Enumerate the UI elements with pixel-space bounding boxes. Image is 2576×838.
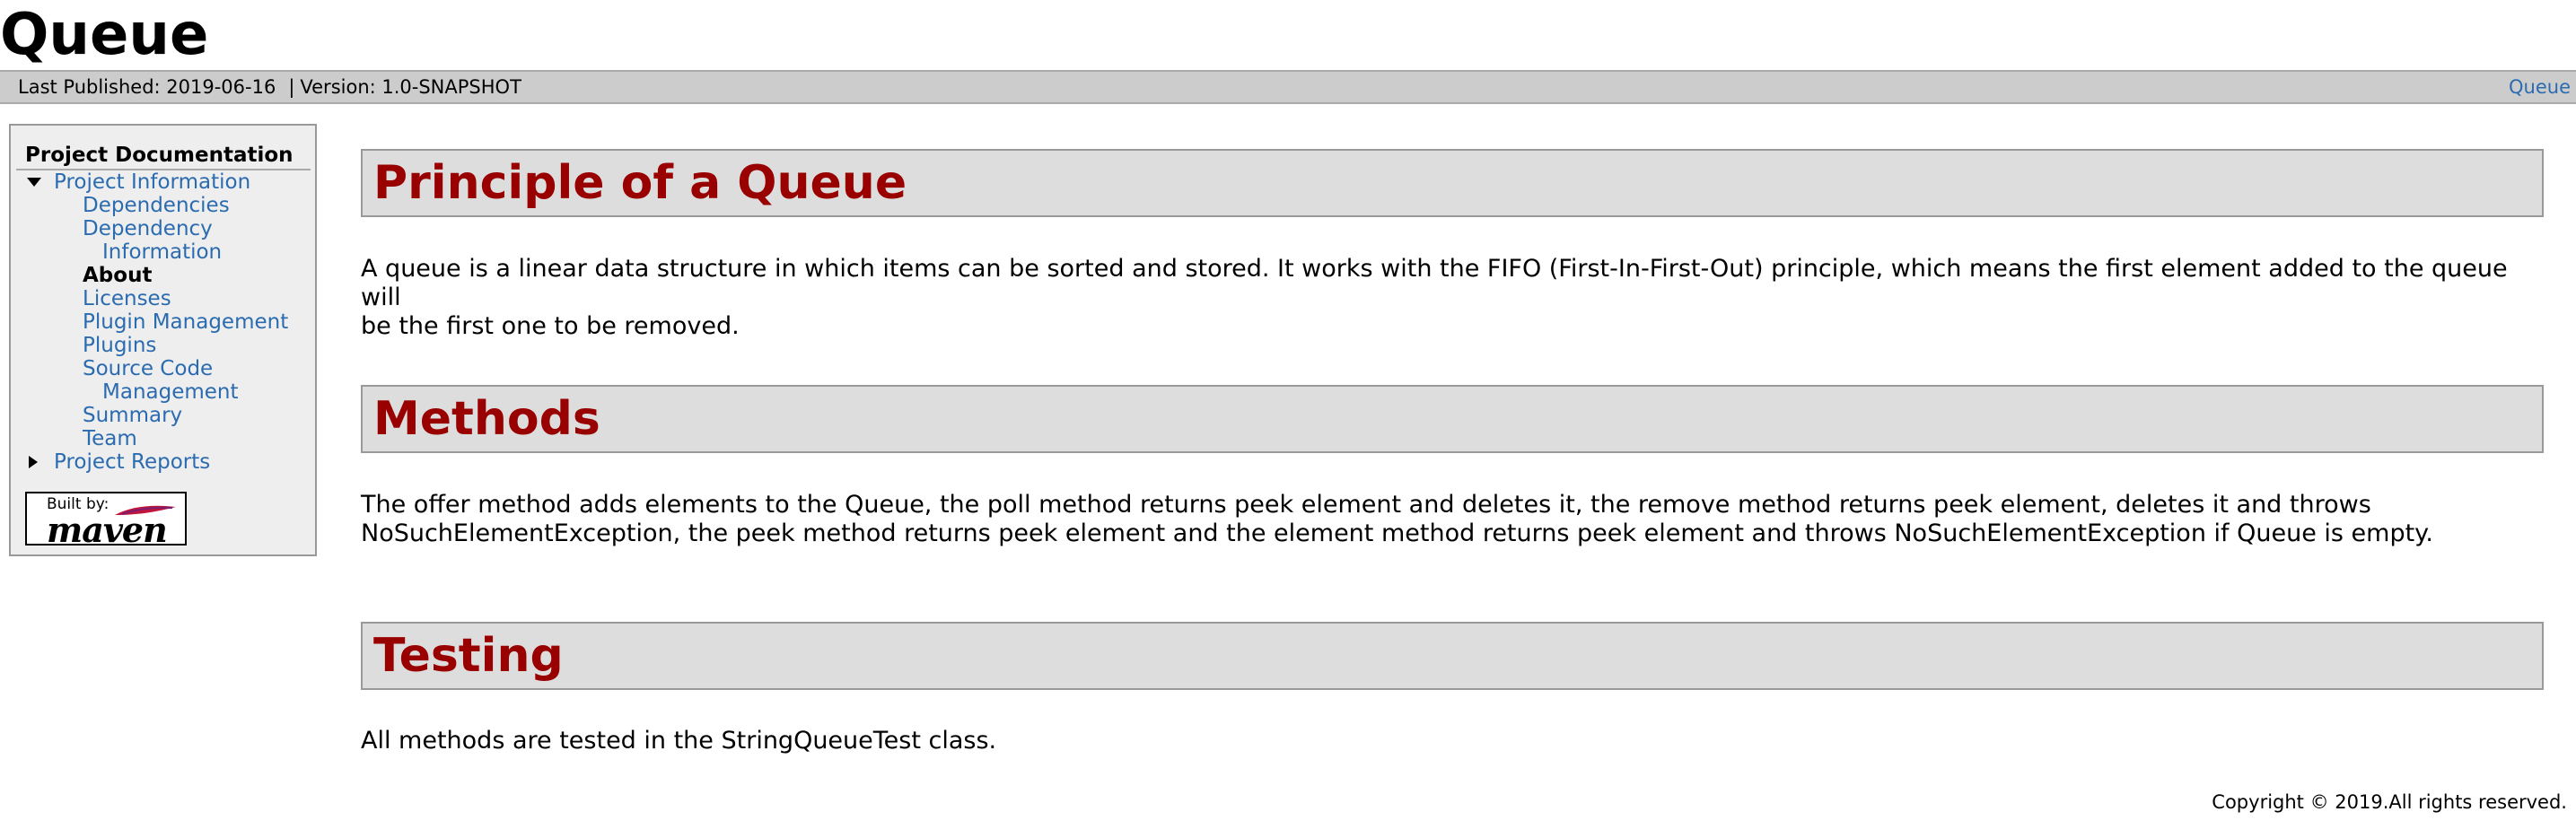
breadcrumb-link-queue[interactable]: Queue [2509, 72, 2571, 102]
nav-item-plugins[interactable]: Plugins [25, 334, 303, 357]
nav-item-source-code-management-cont[interactable]: Management [25, 380, 303, 404]
paragraph-line: The offer method adds elements to the Qu… [361, 491, 2371, 519]
nav-item-dependency-information-cont[interactable]: Information [25, 240, 303, 264]
maven-logo-text: maven [47, 510, 168, 550]
nav-column: Project Documentation Project Informatio… [16, 142, 311, 474]
paragraph-line: A queue is a linear data structure in wh… [361, 255, 2508, 311]
paragraph-line: be the first one to be removed. [361, 312, 740, 340]
banner: Queue [0, 0, 208, 70]
last-published: Last Published: 2019-06-16 [18, 76, 276, 98]
nav-item-plugin-management[interactable]: Plugin Management [25, 310, 303, 334]
paragraph-line: All methods are tested in the StringQueu… [361, 727, 997, 755]
nav-list: Project Information Dependencies Depende… [25, 170, 303, 474]
nav-item-licenses[interactable]: Licenses [25, 287, 303, 310]
nav-item-source-code-management[interactable]: Source Code [25, 357, 303, 380]
nav-item-project-reports[interactable]: Project Reports [25, 450, 303, 474]
site-title: Queue [0, 2, 209, 68]
nav-item-dependency-information[interactable]: Dependency [25, 217, 303, 240]
nav-item-label[interactable]: Project Information [54, 170, 250, 194]
nav-heading: Project Documentation [16, 142, 311, 170]
breadcrumb-bar: Last Published: 2019-06-16 | Version: 1.0-… [0, 70, 2576, 104]
section-paragraph-principle: A queue is a linear data structure in wh… [361, 255, 2544, 341]
collapsed-triangle-icon[interactable] [25, 450, 43, 474]
section-heading-testing: Testing [373, 629, 564, 683]
nav-item-team[interactable]: Team [25, 427, 303, 450]
nav-item-summary[interactable]: Summary [25, 404, 303, 427]
nav-item-project-information[interactable]: Project Information [25, 170, 303, 194]
section-paragraph-testing: All methods are tested in the StringQueu… [361, 727, 2544, 755]
expanded-triangle-icon[interactable] [25, 170, 43, 194]
nav-item-dependencies[interactable]: Dependencies [25, 194, 303, 217]
paragraph-line: NoSuchElementException, the peek method … [361, 519, 2433, 547]
nav-item-label[interactable]: Project Reports [54, 450, 210, 474]
section-heading-principle: Principle of a Queue [373, 156, 907, 210]
footer-copyright: Copyright © 2019.All rights reserved. [2212, 791, 2567, 813]
breadcrumb-separator: | [288, 76, 295, 98]
nav-item-about-current: About [83, 264, 153, 287]
section-heading-box: Methods [361, 385, 2544, 453]
built-by-maven-badge[interactable]: Built by: maven [25, 492, 187, 550]
section-heading-box: Principle of a Queue [361, 149, 2544, 217]
section-paragraph-methods: The offer method adds elements to the Qu… [361, 491, 2544, 548]
section-heading-methods: Methods [373, 392, 600, 446]
left-sidebar: Project Documentation Project Informatio… [9, 124, 317, 556]
section-heading-box: Testing [361, 622, 2544, 690]
version-info: Version: 1.0-SNAPSHOT [300, 76, 521, 98]
publish-info: Last Published: 2019-06-16 | Version: 1.0-… [18, 72, 521, 102]
